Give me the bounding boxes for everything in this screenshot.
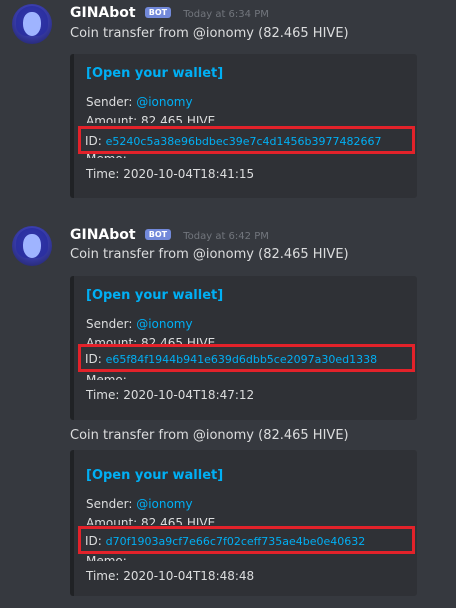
id-highlight-box: ID: e5240c5a38e96bdbec39e7c4d1456b397748… [78, 126, 415, 154]
embed-memo: Memo: [86, 554, 127, 561]
sender-link[interactable]: @ionomy [136, 95, 192, 109]
avatar[interactable] [12, 226, 52, 266]
sender-label: Sender: [86, 95, 137, 109]
message-text: Coin transfer from @ionomy (82.465 HIVE) [70, 247, 349, 262]
message-text: Coin transfer from @ionomy (82.465 HIVE) [70, 26, 349, 41]
sender-label: Sender: [86, 497, 137, 511]
embed-amount: Amount: 82.465 HIVE [86, 114, 216, 123]
username[interactable]: GINAbot [70, 5, 136, 21]
avatar-face [23, 12, 41, 36]
embed-title-link[interactable]: [Open your wallet] [86, 288, 223, 303]
embed-title-link[interactable]: [Open your wallet] [86, 468, 223, 483]
avatar-face [23, 234, 41, 258]
embed-id: ID: e5240c5a38e96bdbec39e7c4d1456b397748… [85, 134, 381, 148]
timestamp[interactable]: Today at 6:42 PM [183, 231, 269, 242]
bot-tag: BOT [144, 7, 172, 18]
embed-id: ID: d70f1903a9cf7e66c7f02ceff735ae4be0e4… [85, 534, 365, 548]
id-link[interactable]: d70f1903a9cf7e66c7f02ceff735ae4be0e40632 [106, 535, 366, 548]
username[interactable]: GINAbot [70, 227, 136, 243]
embed-sender: Sender: @ionomy [86, 317, 193, 331]
id-label: ID: [85, 534, 106, 548]
message-text: Coin transfer from @ionomy (82.465 HIVE) [70, 428, 349, 443]
embed-time: Time: 2020-10-04T18:48:48 [86, 569, 255, 583]
message-1: GINAbot BOT Today at 6:34 PM Coin transf… [0, 4, 456, 204]
embed-memo: Memo: [86, 373, 127, 380]
id-label: ID: [85, 352, 106, 366]
embed-title-link[interactable]: [Open your wallet] [86, 66, 223, 81]
embed-amount: Amount: 82.465 HIVE [86, 516, 216, 525]
id-highlight-box: ID: d70f1903a9cf7e66c7f02ceff735ae4be0e4… [78, 526, 415, 554]
message-2: GINAbot BOT Today at 6:42 PM Coin transf… [0, 226, 456, 422]
message-header: GINAbot BOT Today at 6:34 PM [70, 5, 269, 21]
sender-link[interactable]: @ionomy [136, 317, 192, 331]
embed-time: Time: 2020-10-04T18:41:15 [86, 167, 255, 181]
id-link[interactable]: e65f84f1944b941e639d6dbb5ce2097a30ed1338 [106, 353, 377, 366]
embed-sender: Sender: @ionomy [86, 95, 193, 109]
id-link[interactable]: e5240c5a38e96bdbec39e7c4d1456b3977482667 [106, 135, 382, 148]
timestamp[interactable]: Today at 6:34 PM [183, 9, 269, 20]
embed-time: Time: 2020-10-04T18:47:12 [86, 388, 255, 402]
embed: [Open your wallet] Sender: @ionomy Amoun… [70, 450, 417, 596]
avatar[interactable] [12, 4, 52, 44]
sender-link[interactable]: @ionomy [136, 497, 192, 511]
embed-id: ID: e65f84f1944b941e639d6dbb5ce2097a30ed… [85, 352, 377, 366]
id-highlight-box: ID: e65f84f1944b941e639d6dbb5ce2097a30ed… [78, 344, 415, 372]
message-3: Coin transfer from @ionomy (82.465 HIVE)… [0, 428, 456, 606]
bot-tag: BOT [144, 229, 172, 240]
message-header: GINAbot BOT Today at 6:42 PM [70, 227, 269, 243]
sender-label: Sender: [86, 317, 137, 331]
embed-sender: Sender: @ionomy [86, 497, 193, 511]
id-label: ID: [85, 134, 106, 148]
